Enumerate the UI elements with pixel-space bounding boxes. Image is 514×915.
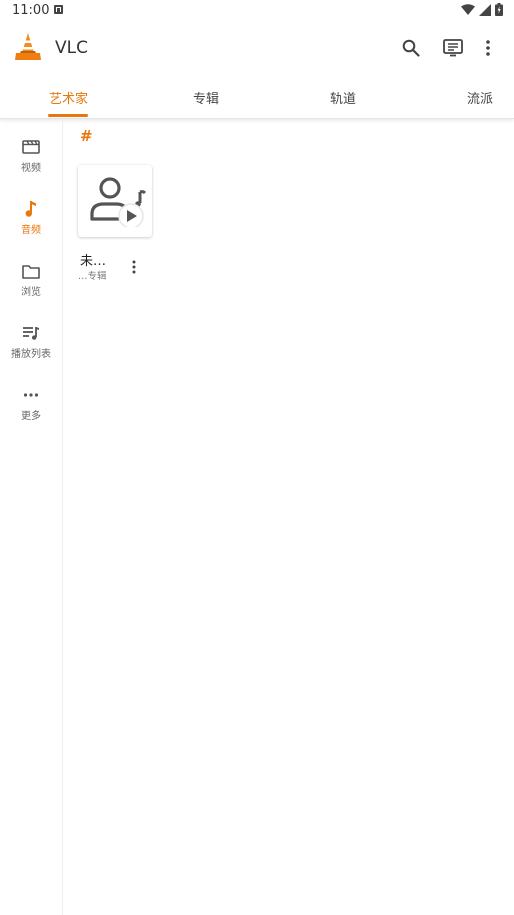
status-bar: 11:00	[0, 0, 514, 22]
playlist-icon	[21, 323, 41, 343]
navigation-rail: 视频 音频 浏览 播放列表 更多	[0, 119, 63, 915]
renderer-button[interactable]	[441, 36, 465, 60]
tab-albums[interactable]: 专辑	[193, 88, 219, 107]
artist-placeholder-icon	[90, 177, 146, 227]
nav-item-audio[interactable]: 音频	[0, 199, 62, 251]
nav-item-playlists[interactable]: 播放列表	[0, 323, 62, 375]
artist-album-count: …专辑	[78, 271, 107, 282]
notification-icon	[54, 5, 63, 14]
tab-tracks[interactable]: 轨道	[330, 88, 356, 107]
search-button[interactable]	[399, 36, 423, 60]
movie-icon	[21, 137, 41, 157]
nav-item-video[interactable]: 视频	[0, 137, 62, 189]
section-header: #	[80, 127, 93, 145]
tab-artists[interactable]: 艺术家	[49, 88, 88, 107]
more-horiz-icon	[21, 385, 41, 405]
nav-item-label: 视频	[21, 163, 41, 174]
overflow-menu-button[interactable]	[476, 36, 500, 60]
search-icon	[402, 39, 420, 57]
app-bar: VLC	[0, 22, 514, 74]
folder-icon	[21, 261, 41, 281]
cast-screen-icon	[443, 39, 463, 57]
nav-item-label: 更多	[21, 411, 41, 422]
more-vert-icon	[132, 260, 136, 274]
tab-indicator	[48, 114, 88, 117]
tab-bar: 艺术家 专辑 轨道 流派	[0, 76, 514, 119]
nav-item-label: 播放列表	[11, 349, 51, 360]
vlc-logo-icon	[15, 33, 41, 60]
signal-icon	[479, 3, 491, 16]
nav-item-more[interactable]: 更多	[0, 385, 62, 437]
nav-item-label: 浏览	[21, 287, 41, 298]
status-time: 11:00	[12, 3, 50, 18]
tab-genres[interactable]: 流派	[467, 88, 493, 107]
nav-item-browse[interactable]: 浏览	[0, 261, 62, 313]
nav-item-label: 音频	[21, 225, 41, 236]
artist-more-button[interactable]	[127, 258, 141, 276]
status-icons	[461, 3, 503, 16]
more-vert-icon	[486, 40, 490, 56]
artist-name: 未…	[80, 254, 107, 269]
artist-card[interactable]	[78, 165, 152, 237]
app-title: VLC	[55, 38, 88, 58]
music-note-icon	[21, 199, 41, 219]
wifi-icon	[461, 3, 475, 15]
battery-icon	[495, 3, 503, 16]
